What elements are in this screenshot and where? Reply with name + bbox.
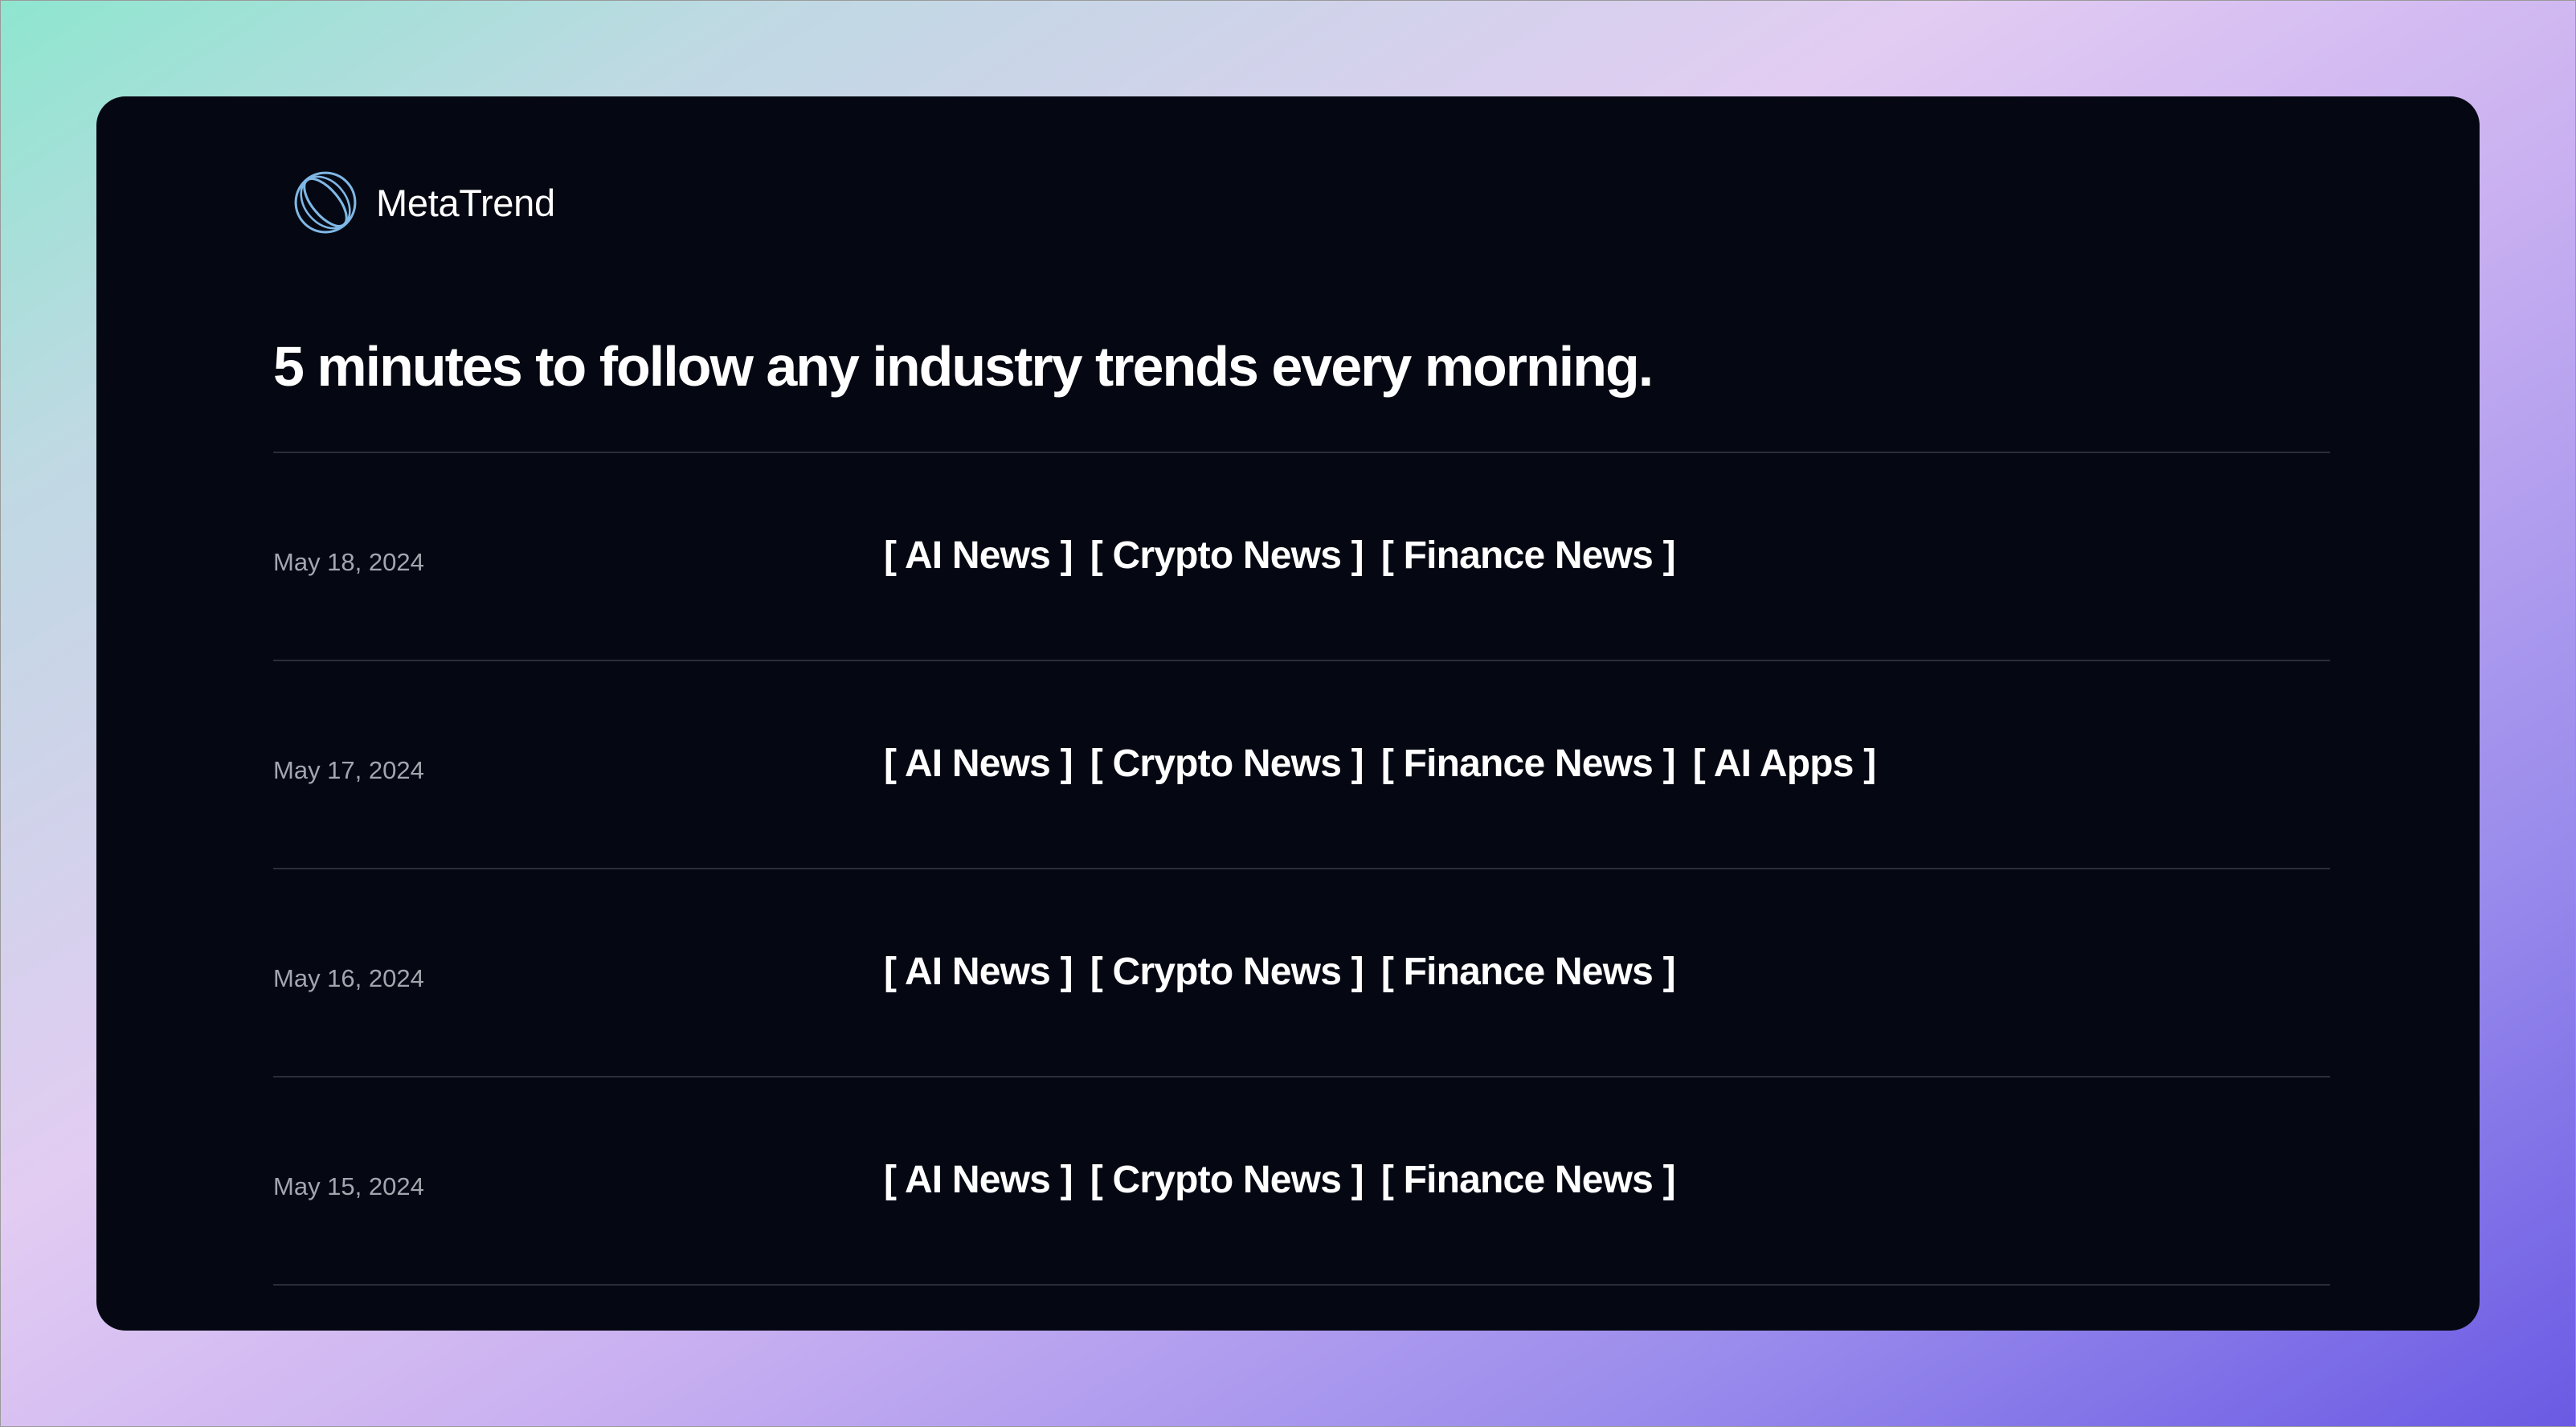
list-item: May 16, 2024 [ AI News ] [ Crypto News ]…	[273, 869, 2330, 1077]
list-item: May 15, 2024 [ AI News ] [ Crypto News ]…	[273, 1077, 2330, 1286]
brand-name: MetaTrend	[376, 181, 555, 224]
tag-link-ai-apps[interactable]: [ AI Apps ]	[1693, 742, 1876, 786]
list-item: May 17, 2024 [ AI News ] [ Crypto News ]…	[273, 661, 2330, 869]
tag-link-crypto-news[interactable]: [ Crypto News ]	[1090, 1158, 1364, 1202]
tag-link-crypto-news[interactable]: [ Crypto News ]	[1090, 742, 1364, 786]
entry-date: May 16, 2024	[273, 964, 424, 992]
tag-link-ai-news[interactable]: [ AI News ]	[884, 950, 1073, 994]
entry-date: May 18, 2024	[273, 548, 424, 576]
tag-link-crypto-news[interactable]: [ Crypto News ]	[1090, 534, 1364, 578]
entry-tags: [ AI News ] [ Crypto News ] [ Finance Ne…	[884, 950, 1693, 994]
digest-list: May 18, 2024 [ AI News ] [ Crypto News ]…	[273, 452, 2330, 1286]
list-item: May 18, 2024 [ AI News ] [ Crypto News ]…	[273, 453, 2330, 661]
entry-date: May 15, 2024	[273, 1172, 424, 1200]
tag-link-ai-news[interactable]: [ AI News ]	[884, 534, 1073, 578]
entry-tags: [ AI News ] [ Crypto News ] [ Finance Ne…	[884, 1158, 1693, 1202]
tag-link-ai-news[interactable]: [ AI News ]	[884, 1158, 1073, 1202]
brand-home-link[interactable]: MetaTrend	[292, 170, 555, 235]
entry-tags: [ AI News ] [ Crypto News ] [ Finance Ne…	[884, 534, 1693, 578]
ring-orbit-icon	[294, 171, 357, 234]
tag-link-finance-news[interactable]: [ Finance News ]	[1381, 534, 1676, 578]
tag-link-ai-news[interactable]: [ AI News ]	[884, 742, 1073, 786]
tag-link-finance-news[interactable]: [ Finance News ]	[1381, 742, 1676, 786]
tag-link-finance-news[interactable]: [ Finance News ]	[1381, 950, 1676, 994]
tag-link-crypto-news[interactable]: [ Crypto News ]	[1090, 950, 1364, 994]
entry-date: May 17, 2024	[273, 756, 424, 784]
page-title: 5 minutes to follow any industry trends …	[273, 335, 1654, 398]
entry-tags: [ AI News ] [ Crypto News ] [ Finance Ne…	[884, 742, 1893, 786]
tag-link-finance-news[interactable]: [ Finance News ]	[1381, 1158, 1676, 1202]
main-card: MetaTrend 5 minutes to follow any indust…	[96, 96, 2480, 1331]
